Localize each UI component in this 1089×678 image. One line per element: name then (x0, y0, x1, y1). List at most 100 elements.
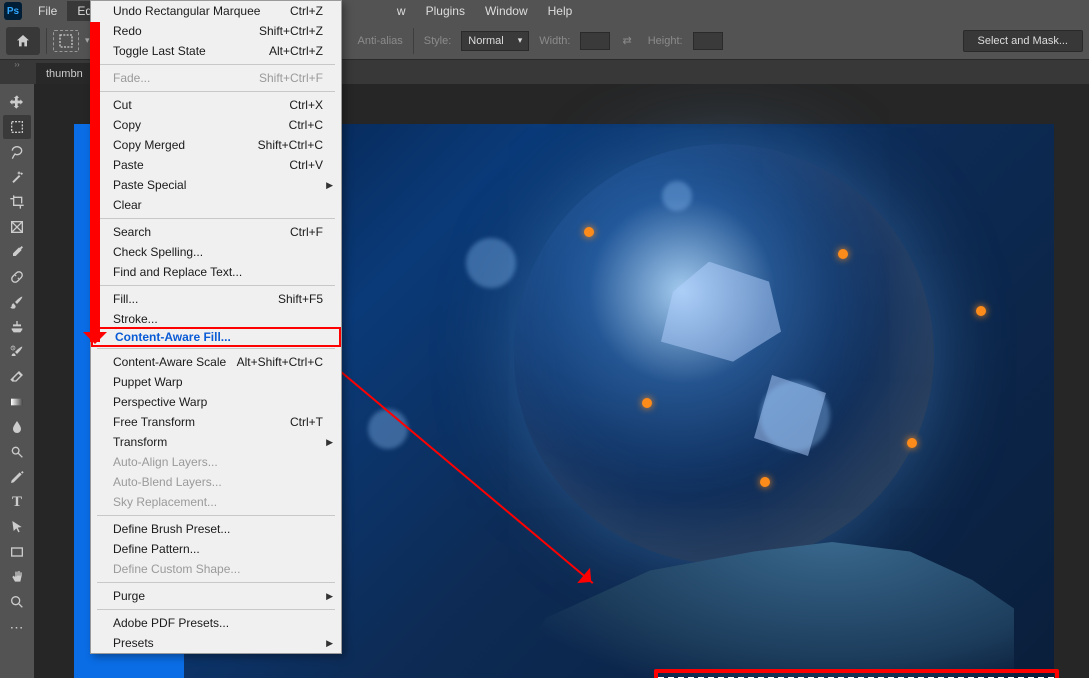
width-field[interactable] (580, 32, 610, 50)
annotation-arrow-1 (90, 22, 100, 342)
menu-file[interactable]: File (28, 1, 67, 21)
menu-item-label: Cut (113, 98, 132, 112)
tool-frame[interactable] (3, 215, 31, 239)
menu-item-label: Copy (113, 118, 141, 132)
tool-eraser[interactable] (3, 365, 31, 389)
tool-blur[interactable] (3, 415, 31, 439)
menu-item-label: Content-Aware Fill... (115, 330, 231, 344)
menu-partial[interactable]: w (387, 1, 416, 21)
select-and-mask-button[interactable]: Select and Mask... (963, 30, 1084, 52)
menu-item-presets[interactable]: Presets (91, 633, 341, 653)
menu-item-perspective-warp[interactable]: Perspective Warp (91, 392, 341, 412)
menu-item-label: Redo (113, 24, 142, 38)
menu-item-undo-rectangular-marquee[interactable]: Undo Rectangular MarqueeCtrl+Z (91, 1, 341, 21)
tool-marquee[interactable] (3, 115, 31, 139)
style-value: Normal (468, 35, 503, 47)
menu-item-label: Adobe PDF Presets... (113, 616, 229, 630)
height-label: Height: (644, 35, 687, 47)
menu-item-define-pattern[interactable]: Define Pattern... (91, 539, 341, 559)
menu-item-adobe-pdf-presets[interactable]: Adobe PDF Presets... (91, 613, 341, 633)
menu-item-stroke[interactable]: Stroke... (91, 309, 341, 329)
menu-item-cut[interactable]: Cut Ctrl+X (91, 95, 341, 115)
tool-history-brush[interactable] (3, 340, 31, 364)
menu-item-transform[interactable]: Transform (91, 432, 341, 452)
menu-item-fill[interactable]: Fill...Shift+F5 (91, 289, 341, 309)
current-tool-thumb[interactable] (53, 30, 79, 52)
tool-crop[interactable] (3, 190, 31, 214)
edit-menu-dropdown: Undo Rectangular MarqueeCtrl+Z Redo Shift+… (90, 0, 342, 654)
style-dropdown[interactable]: Normal ▾ (461, 31, 529, 51)
menu-item-label: Define Custom Shape... (113, 562, 240, 576)
menu-item-label: Auto-Blend Layers... (113, 475, 222, 489)
tool-dodge[interactable] (3, 440, 31, 464)
swap-icon[interactable]: ⇄ (616, 34, 637, 47)
menu-item-shortcut: Ctrl+F (290, 225, 323, 239)
app-icon: Ps (4, 2, 22, 20)
tool-zoom[interactable] (3, 590, 31, 614)
menu-item-define-brush-preset[interactable]: Define Brush Preset... (91, 519, 341, 539)
menu-item-content-aware-fill[interactable]: Content-Aware Fill... (91, 327, 341, 347)
menu-item-clear[interactable]: Clear (91, 195, 341, 215)
tool-brush[interactable] (3, 290, 31, 314)
home-button[interactable] (6, 27, 40, 55)
menu-help[interactable]: Help (538, 1, 583, 21)
menu-item-label: Puppet Warp (113, 375, 183, 389)
chevron-down-icon: ▾ (518, 35, 523, 46)
menu-item-label: Clear (113, 198, 142, 212)
menu-item-content-aware-scale[interactable]: Content-Aware ScaleAlt+Shift+Ctrl+C (91, 352, 341, 372)
menu-item-check-spelling[interactable]: Check Spelling... (91, 242, 341, 262)
home-icon (15, 33, 31, 49)
menu-item-shortcut: Shift+Ctrl+C (258, 138, 323, 152)
menu-plugins[interactable]: Plugins (416, 1, 475, 21)
menu-window[interactable]: Window (475, 1, 538, 21)
tool-type[interactable]: T (3, 490, 31, 514)
height-field[interactable] (693, 32, 723, 50)
menu-item-copy-merged[interactable]: Copy MergedShift+Ctrl+C (91, 135, 341, 155)
menu-item-copy[interactable]: Copy Ctrl+C (91, 115, 341, 135)
menu-item-toggle-last-state[interactable]: Toggle Last State Alt+Ctrl+Z (91, 41, 341, 61)
menu-item-label: Presets (113, 636, 154, 650)
menu-item-free-transform[interactable]: Free TransformCtrl+T (91, 412, 341, 432)
tool-magic-wand[interactable] (3, 165, 31, 189)
menu-separator (97, 348, 335, 349)
menu-item-search[interactable]: SearchCtrl+F (91, 222, 341, 242)
width-label: Width: (535, 35, 574, 47)
menu-item-label: Stroke... (113, 312, 158, 326)
tool-path-select[interactable] (3, 515, 31, 539)
menu-item-label: Toggle Last State (113, 44, 206, 58)
antialias-label: Anti-alias (354, 35, 407, 47)
menu-separator (97, 218, 335, 219)
tool-spot-heal[interactable] (3, 265, 31, 289)
menu-item-label: Check Spelling... (113, 245, 203, 259)
menu-item-shortcut: Shift+Ctrl+Z (259, 24, 323, 38)
tool-edit-toolbar[interactable]: ⋯ (3, 615, 31, 639)
menu-item-label: Fill... (113, 292, 138, 306)
menu-separator (97, 64, 335, 65)
menu-item-purge[interactable]: Purge (91, 586, 341, 606)
menu-item-shortcut: Ctrl+C (289, 118, 323, 132)
tool-move[interactable] (3, 90, 31, 114)
menu-item-puppet-warp[interactable]: Puppet Warp (91, 372, 341, 392)
menu-separator (97, 91, 335, 92)
menu-item-shortcut: Alt+Ctrl+Z (269, 44, 323, 58)
menu-item-shortcut: Ctrl+X (289, 98, 323, 112)
menu-item-label: Paste Special (113, 178, 186, 192)
menu-item-shortcut: Ctrl+Z (290, 4, 323, 18)
menu-item-label: Sky Replacement... (113, 495, 217, 509)
tool-hand[interactable] (3, 565, 31, 589)
menu-item-paste[interactable]: PasteCtrl+V (91, 155, 341, 175)
menu-item-redo[interactable]: Redo Shift+Ctrl+Z (91, 21, 341, 41)
tool-gradient[interactable] (3, 390, 31, 414)
tool-rectangle[interactable] (3, 540, 31, 564)
tool-clone-stamp[interactable] (3, 315, 31, 339)
menu-item-paste-special[interactable]: Paste Special (91, 175, 341, 195)
toolbar: T ⋯ (0, 84, 34, 678)
tool-pen[interactable] (3, 465, 31, 489)
toolbar-dock-handle[interactable]: ›› (0, 60, 34, 68)
menu-item-shortcut: Ctrl+T (290, 415, 323, 429)
tool-lasso[interactable] (3, 140, 31, 164)
menu-item-shortcut: Ctrl+V (289, 158, 323, 172)
document-tab[interactable]: thumbn (36, 63, 93, 84)
menu-item-find-and-replace-text[interactable]: Find and Replace Text... (91, 262, 341, 282)
tool-eyedropper[interactable] (3, 240, 31, 264)
